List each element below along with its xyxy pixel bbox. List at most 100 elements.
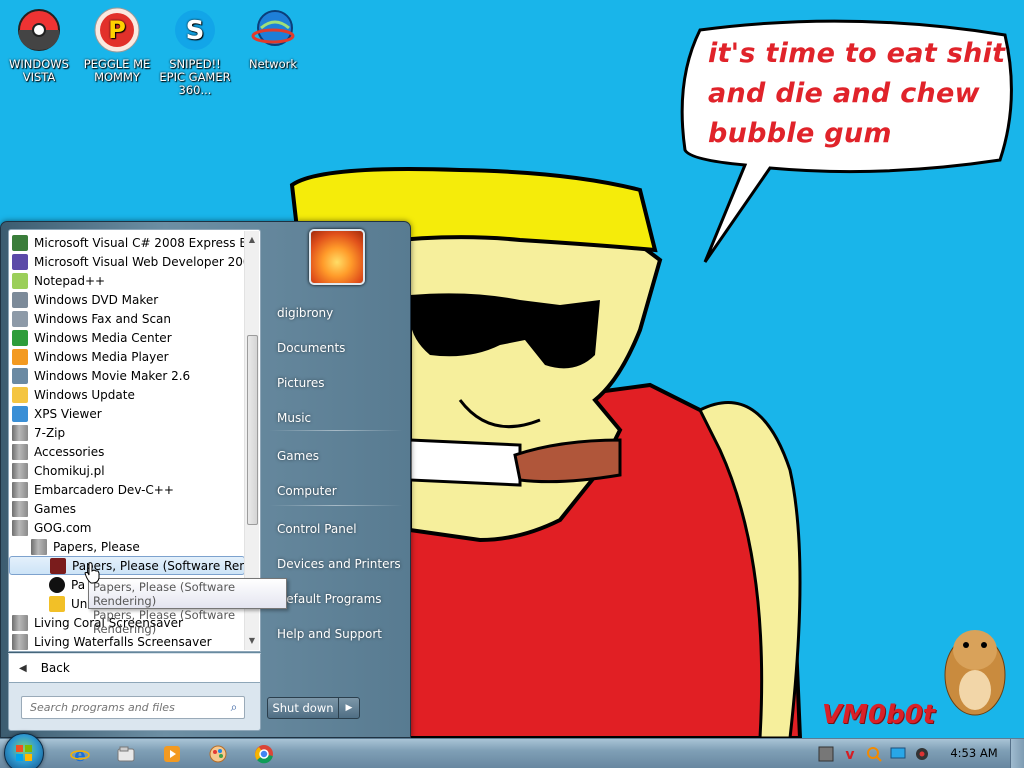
program-item[interactable]: GOG.com	[9, 518, 245, 537]
program-label: Embarcadero Dev-C++	[34, 482, 174, 497]
program-label: Windows DVD Maker	[34, 292, 159, 307]
tray-antivirus-icon[interactable]: v	[842, 746, 858, 763]
clock[interactable]: 4:53 AM	[946, 746, 1002, 760]
tooltip-line: Papers, Please (Software Rendering)	[93, 608, 236, 636]
program-item[interactable]: Windows DVD Maker	[9, 290, 245, 309]
desktop-icon-peggle[interactable]: P PEGGLE ME MOMMY	[78, 6, 156, 84]
tray-search-icon[interactable]	[866, 746, 882, 762]
taskbar-chrome[interactable]	[244, 742, 284, 766]
start-link-help-and-support[interactable]: Help and Support	[269, 620, 403, 648]
movie-maker-icon	[12, 367, 28, 384]
folder-icon	[12, 481, 28, 498]
program-label: 7-Zip	[34, 425, 66, 440]
desktop-icon-network[interactable]: Network	[234, 6, 312, 71]
program-label: Windows Fax and Scan	[34, 311, 172, 326]
taskbar-internet-explorer[interactable]: e	[60, 742, 100, 766]
show-desktop-button[interactable]	[1010, 739, 1024, 768]
start-link-default-programs[interactable]: Default Programs	[269, 585, 403, 613]
program-item[interactable]: Windows Fax and Scan	[9, 309, 245, 328]
program-label: Pa	[71, 577, 86, 592]
program-item[interactable]: Windows Media Player	[9, 347, 245, 366]
program-label: Windows Movie Maker 2.6	[34, 368, 191, 383]
chrome-icon	[255, 745, 273, 764]
scrollbar-thumb[interactable]	[247, 335, 258, 525]
program-label: Living Waterfalls Screensaver	[34, 634, 212, 649]
program-label: Windows Media Center	[34, 330, 172, 345]
hamster-sticker	[944, 630, 1006, 716]
desktop-icon-label: SNIPED!! EPIC GAMER 360...	[159, 57, 231, 97]
program-label: Accessories	[34, 444, 105, 459]
program-item[interactable]: Microsoft Visual Web Developer 2008 Ex	[9, 252, 245, 271]
desktop-icon-windows-vista[interactable]: WINDOWS VISTA	[0, 6, 78, 84]
program-item[interactable]: Windows Movie Maker 2.6	[9, 366, 245, 385]
start-link-devices-and-printers[interactable]: Devices and Printers	[269, 550, 403, 578]
start-link-pictures[interactable]: Pictures	[269, 369, 403, 397]
program-item[interactable]: Chomikuj.pl	[9, 461, 245, 480]
start-button[interactable]	[4, 733, 44, 768]
program-item[interactable]: XPS Viewer	[9, 404, 245, 423]
shutdown-options-arrow-icon[interactable]: ▶	[339, 698, 359, 718]
start-link-control-panel[interactable]: Control Panel	[269, 515, 403, 543]
program-item[interactable]: Windows Update	[9, 385, 245, 404]
search-icon[interactable]: ⌕	[224, 700, 244, 715]
scroll-down-icon[interactable]: ▼	[245, 634, 259, 648]
xps-viewer-icon	[12, 405, 28, 422]
start-link-computer[interactable]: Computer	[269, 477, 403, 505]
program-item[interactable]: Games	[9, 499, 245, 518]
program-item[interactable]: Papers, Please	[9, 537, 245, 556]
program-item[interactable]: Papers, Please (Software Renderi	[9, 556, 245, 575]
program-label: Windows Update	[34, 387, 135, 402]
folder-icon	[12, 443, 28, 460]
folder-icon	[12, 633, 28, 650]
start-link-documents[interactable]: Documents	[269, 334, 403, 362]
desktop-icon-label: WINDOWS VISTA	[9, 57, 69, 84]
shutdown-button[interactable]: Shut down	[268, 698, 339, 718]
program-item[interactable]: Notepad++	[9, 271, 245, 290]
taskbar-explorer[interactable]	[106, 742, 146, 766]
start-link-digibrony[interactable]: digibrony	[269, 299, 403, 327]
svg-text:e: e	[74, 745, 85, 764]
program-item[interactable]: Microsoft Visual C# 2008 Express Edition	[9, 233, 245, 252]
start-link-music[interactable]: Music	[269, 404, 403, 432]
program-label: Chomikuj.pl	[34, 463, 105, 478]
tray-display-icon[interactable]	[890, 746, 906, 762]
tooltip-line: Papers, Please (Software Rendering)	[93, 580, 236, 608]
search-box[interactable]: ⌕	[21, 696, 245, 719]
peggle-icon: P	[93, 6, 141, 54]
tray-volume-icon[interactable]	[914, 746, 930, 762]
taskbar-media-player[interactable]	[152, 742, 192, 766]
user-picture[interactable]	[309, 229, 365, 285]
program-item[interactable]: 7-Zip	[9, 423, 245, 442]
tray-app-icon[interactable]	[818, 746, 834, 762]
notepad-plus-plus-icon	[12, 272, 28, 289]
internet-explorer-icon: e	[70, 745, 90, 764]
search-input[interactable]	[30, 701, 224, 714]
scroll-up-icon[interactable]: ▲	[245, 233, 259, 247]
back-arrow-icon: ◀	[19, 662, 27, 674]
search-area: ⌕	[8, 683, 261, 731]
back-label: Back	[40, 661, 70, 675]
menu-separator	[269, 430, 403, 431]
teeth-shape	[408, 438, 522, 487]
taskbar-paint[interactable]	[198, 742, 238, 766]
desktop-icon-sniped[interactable]: S SNIPED!! EPIC GAMER 360...	[156, 6, 234, 97]
back-button[interactable]: ◀ Back	[8, 653, 261, 683]
windows-update-icon	[12, 386, 28, 403]
windows-logo-icon	[16, 745, 32, 761]
artist-signature: VM0b0t	[822, 700, 936, 730]
program-item[interactable]: Accessories	[9, 442, 245, 461]
folder-icon	[12, 519, 28, 536]
folder-icon	[12, 500, 28, 517]
menu-separator	[269, 505, 403, 506]
dvd-maker-icon	[12, 291, 28, 308]
program-item[interactable]: Embarcadero Dev-C++	[9, 480, 245, 499]
tooltip: Papers, Please (Software Rendering) Pape…	[88, 578, 287, 636]
program-item[interactable]: Windows Media Center	[9, 328, 245, 347]
program-label: Microsoft Visual Web Developer 2008 Ex	[34, 254, 245, 269]
svg-text:v: v	[845, 747, 854, 762]
media-center-icon	[12, 329, 28, 346]
program-label: Microsoft Visual C# 2008 Express Edition	[34, 235, 245, 250]
start-link-games[interactable]: Games	[269, 442, 403, 470]
program-label: GOG.com	[34, 520, 92, 535]
desktop-icon-label: Network	[248, 57, 298, 71]
